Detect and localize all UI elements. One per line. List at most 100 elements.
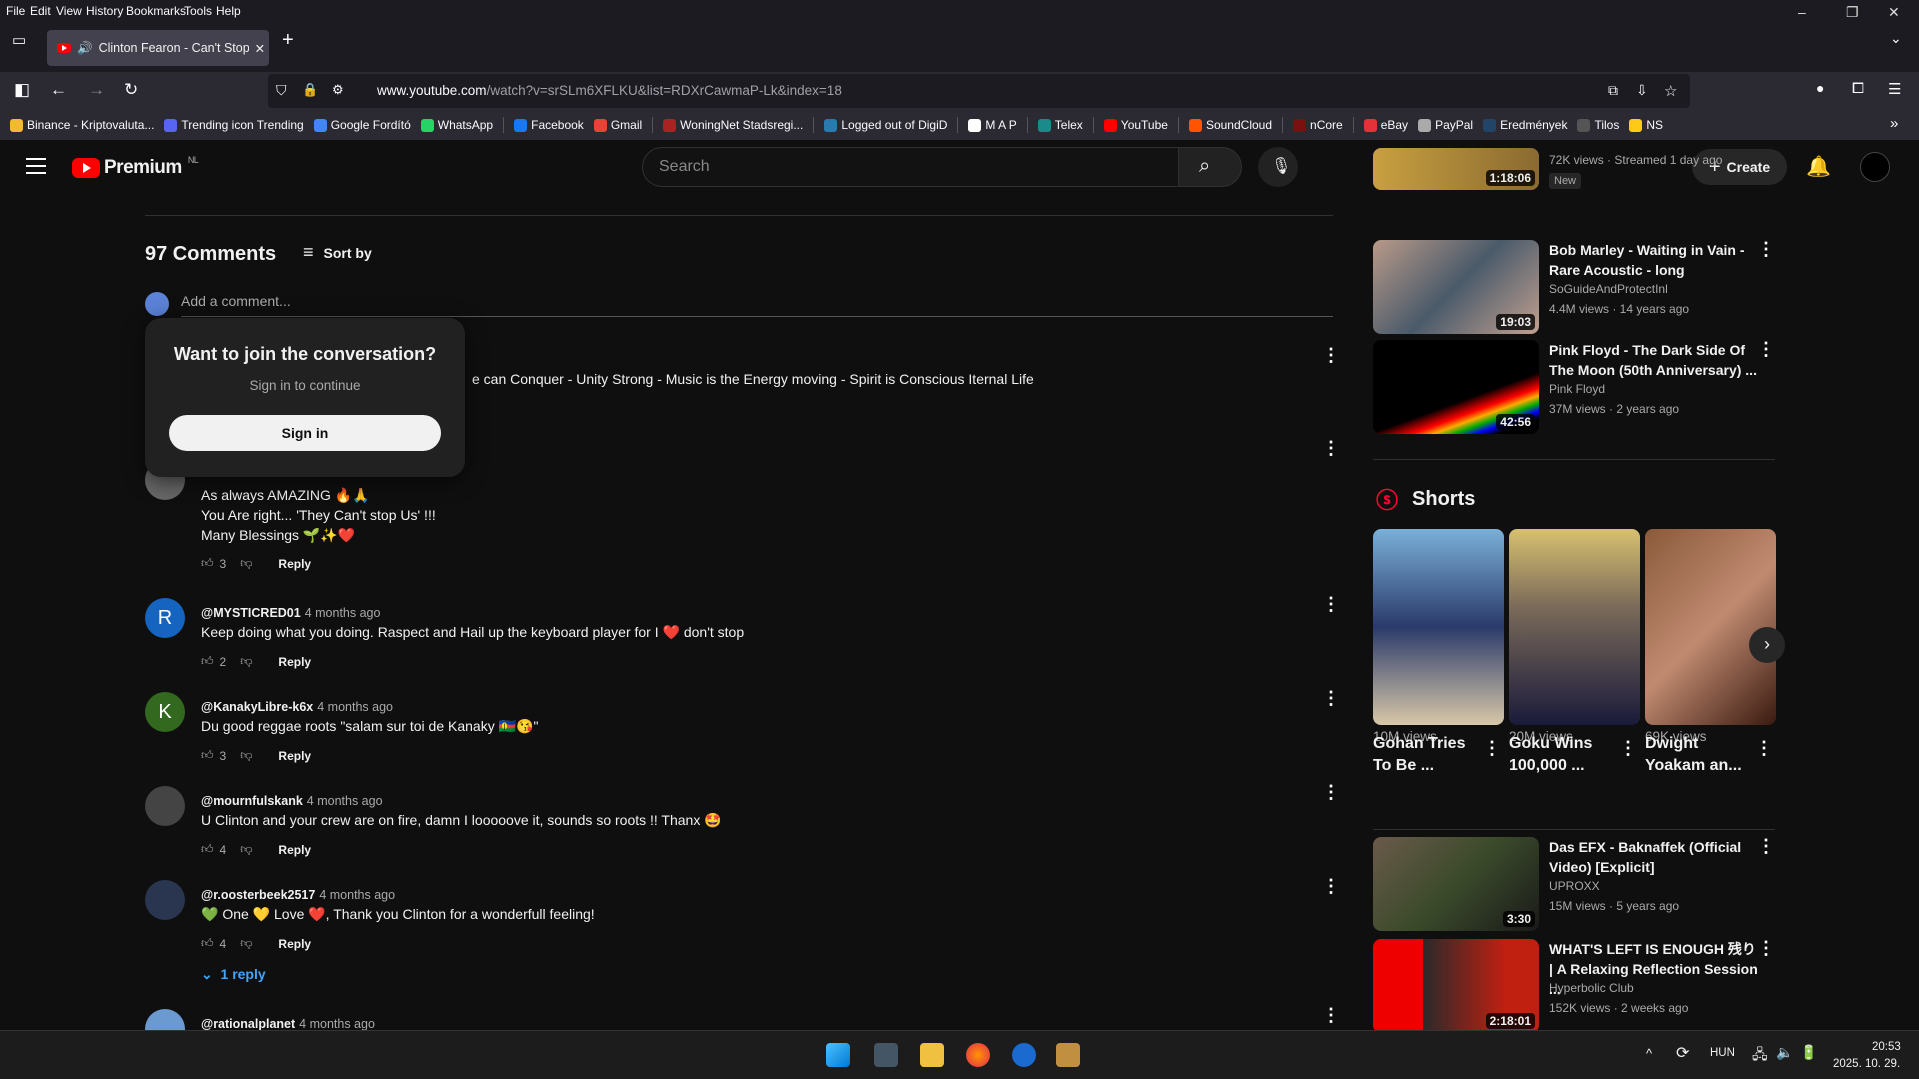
reply-button[interactable]: Reply xyxy=(278,557,311,571)
bookmark-item[interactable]: WhatsApp xyxy=(420,118,493,132)
like-icon[interactable]: 👍︎ xyxy=(201,654,214,669)
menu-help[interactable]: Help xyxy=(216,4,241,18)
dislike-icon[interactable]: 👎︎ xyxy=(240,654,252,669)
dislike-icon[interactable]: 👎︎ xyxy=(240,556,252,571)
commenter-avatar[interactable] xyxy=(145,786,185,826)
address-bar[interactable]: ⛉ 🔒 ⚙ www.youtube.com/watch?v=srSLm6XFLK… xyxy=(268,74,1690,108)
video-more-icon[interactable]: ⋮ xyxy=(1757,340,1775,358)
close-window-icon[interactable]: ✕ xyxy=(1888,4,1900,21)
menu-bookmarks[interactable]: Bookmarks xyxy=(126,4,186,18)
like-icon[interactable]: 👍︎ xyxy=(201,842,214,857)
tab-active[interactable]: 🔊 Clinton Fearon - Can't Stop ✕ xyxy=(47,30,269,66)
start-icon[interactable] xyxy=(826,1043,850,1067)
like-icon[interactable]: 👍︎ xyxy=(201,936,214,951)
bookmark-item[interactable]: eBay xyxy=(1363,118,1408,132)
bookmark-item[interactable]: Trending icon Trending xyxy=(164,118,304,132)
forward-icon[interactable]: → xyxy=(88,80,105,100)
volume-icon[interactable]: 🔈 xyxy=(1776,1044,1793,1061)
clock-date[interactable]: 2025. 10. 29. xyxy=(1833,1058,1900,1070)
comment-author[interactable]: @r.oosterbeek2517 xyxy=(201,888,315,902)
bookmark-item[interactable]: YouTube xyxy=(1103,118,1168,132)
comment-time[interactable]: 4 months ago xyxy=(317,700,393,714)
comment-author[interactable]: @KanakyLibre-k6x xyxy=(201,700,313,714)
file-explorer-icon[interactable] xyxy=(920,1043,944,1067)
channel-name[interactable]: UPROXX xyxy=(1549,879,1600,893)
tab-list-icon[interactable]: ▭ xyxy=(12,31,26,49)
video-thumbnail[interactable]: 2:18:01 xyxy=(1373,939,1539,1030)
comment-author[interactable]: @MYSTICRED01 xyxy=(201,606,301,620)
add-comment-input[interactable]: Add a comment... xyxy=(181,293,291,309)
more-bookmarks-icon[interactable]: » xyxy=(1890,115,1898,132)
account-avatar[interactable] xyxy=(1860,152,1890,182)
bookmark-item[interactable]: Facebook xyxy=(514,118,584,132)
restore-icon[interactable]: ❐ xyxy=(1846,4,1859,21)
menu-edit[interactable]: Edit xyxy=(30,4,51,18)
bookmark-item[interactable]: Tilos xyxy=(1577,118,1619,132)
short-title[interactable]: Gohan Tries To Be ... xyxy=(1373,733,1478,777)
comment-more-icon[interactable]: ⋮ xyxy=(1322,877,1340,895)
view-replies-button[interactable]: ⌄ 1 reply xyxy=(201,966,266,983)
bookmark-item[interactable]: SoundCloud xyxy=(1188,118,1272,132)
video-more-icon[interactable]: ⋮ xyxy=(1757,837,1775,855)
dislike-icon[interactable]: 👎︎ xyxy=(240,936,252,951)
notifications-bell-icon[interactable]: 🔔 xyxy=(1806,154,1831,179)
reply-button[interactable]: Reply xyxy=(278,655,311,669)
sign-in-button[interactable]: Sign in xyxy=(169,415,441,451)
profile-icon[interactable]: ● xyxy=(1816,80,1824,96)
bookmark-item[interactable]: NS xyxy=(1629,118,1663,132)
voice-search-button[interactable]: 🎙 xyxy=(1258,147,1298,187)
short-title[interactable]: Dwight Yoakam an... xyxy=(1645,733,1750,777)
lock-icon[interactable]: 🔒 xyxy=(302,82,318,98)
shield-icon[interactable]: ⛉ xyxy=(276,82,287,99)
comment-more-icon[interactable]: ⋮ xyxy=(1322,595,1340,613)
bookmark-item[interactable]: Logged out of DigiD xyxy=(824,118,947,132)
commenter-avatar[interactable]: K xyxy=(145,692,185,732)
short-more-icon[interactable]: ⋮ xyxy=(1483,739,1501,757)
video-title[interactable]: Das EFX - Baknaffek (Official Video) [Ex… xyxy=(1549,837,1759,877)
menu-view[interactable]: View xyxy=(56,4,82,18)
network-icon[interactable]: 🖧 xyxy=(1752,1044,1768,1068)
like-icon[interactable]: 👍︎ xyxy=(201,748,214,763)
comment-more-icon[interactable]: ⋮ xyxy=(1322,689,1340,707)
short-more-icon[interactable]: ⋮ xyxy=(1755,739,1773,757)
bookmark-item[interactable]: M A P xyxy=(968,118,1017,132)
video-more-icon[interactable]: ⋮ xyxy=(1757,939,1775,957)
menu-history[interactable]: History xyxy=(86,4,123,18)
download-icon[interactable]: ⇩ xyxy=(1636,82,1648,99)
dislike-icon[interactable]: 👎︎ xyxy=(240,748,252,763)
calculator-icon[interactable] xyxy=(874,1043,898,1067)
reply-button[interactable]: Reply xyxy=(278,843,311,857)
bookmark-item[interactable]: Binance - Kriptovaluta... xyxy=(10,118,154,132)
firefox-icon[interactable] xyxy=(966,1043,990,1067)
commenter-avatar[interactable] xyxy=(145,1009,185,1030)
comment-author[interactable]: @rationalplanet xyxy=(201,1017,295,1030)
dislike-icon[interactable]: 👎︎ xyxy=(240,842,252,857)
minimize-icon[interactable]: – xyxy=(1798,4,1806,20)
sort-by-button[interactable]: ≡ Sort by xyxy=(303,242,372,263)
bookmark-item[interactable]: Gmail xyxy=(593,118,642,132)
short-title[interactable]: Goku Wins 100,000 ... xyxy=(1509,733,1614,777)
menu-icon[interactable]: ☰ xyxy=(1888,80,1901,98)
shorts-next-button[interactable]: › xyxy=(1749,627,1785,663)
channel-name[interactable]: SoGuideAndProtectInl xyxy=(1549,282,1668,296)
back-icon[interactable]: ← xyxy=(50,80,67,100)
comment-more-icon[interactable]: ⋮ xyxy=(1322,346,1340,364)
video-thumbnail[interactable]: 42:56 xyxy=(1373,340,1539,434)
short-thumbnail[interactable] xyxy=(1645,529,1776,725)
menu-file[interactable]: File xyxy=(6,4,25,18)
search-button[interactable]: ⌕ xyxy=(1178,147,1242,187)
video-title[interactable]: Bob Marley - Waiting in Vain - Rare Acou… xyxy=(1549,240,1759,280)
bookmark-item[interactable]: PayPal xyxy=(1418,118,1473,132)
like-icon[interactable]: 👍︎ xyxy=(201,556,214,571)
commenter-avatar[interactable]: R xyxy=(145,598,185,638)
reload-icon[interactable]: ↻ xyxy=(124,80,138,100)
hamburger-menu-icon[interactable] xyxy=(26,158,46,174)
sidebar-icon[interactable]: ◧ xyxy=(14,80,30,100)
app-icon[interactable] xyxy=(1012,1043,1036,1067)
video-thumbnail[interactable]: 3:30 xyxy=(1373,837,1539,931)
list-all-tabs-icon[interactable]: ⌄ xyxy=(1890,30,1902,47)
new-tab-button[interactable]: + xyxy=(282,29,294,52)
bookmark-item[interactable]: Google Fordító xyxy=(313,118,411,132)
video-thumbnail[interactable]: 1:18:06 xyxy=(1373,148,1539,190)
sync-icon[interactable]: ⟳ xyxy=(1676,1043,1689,1063)
